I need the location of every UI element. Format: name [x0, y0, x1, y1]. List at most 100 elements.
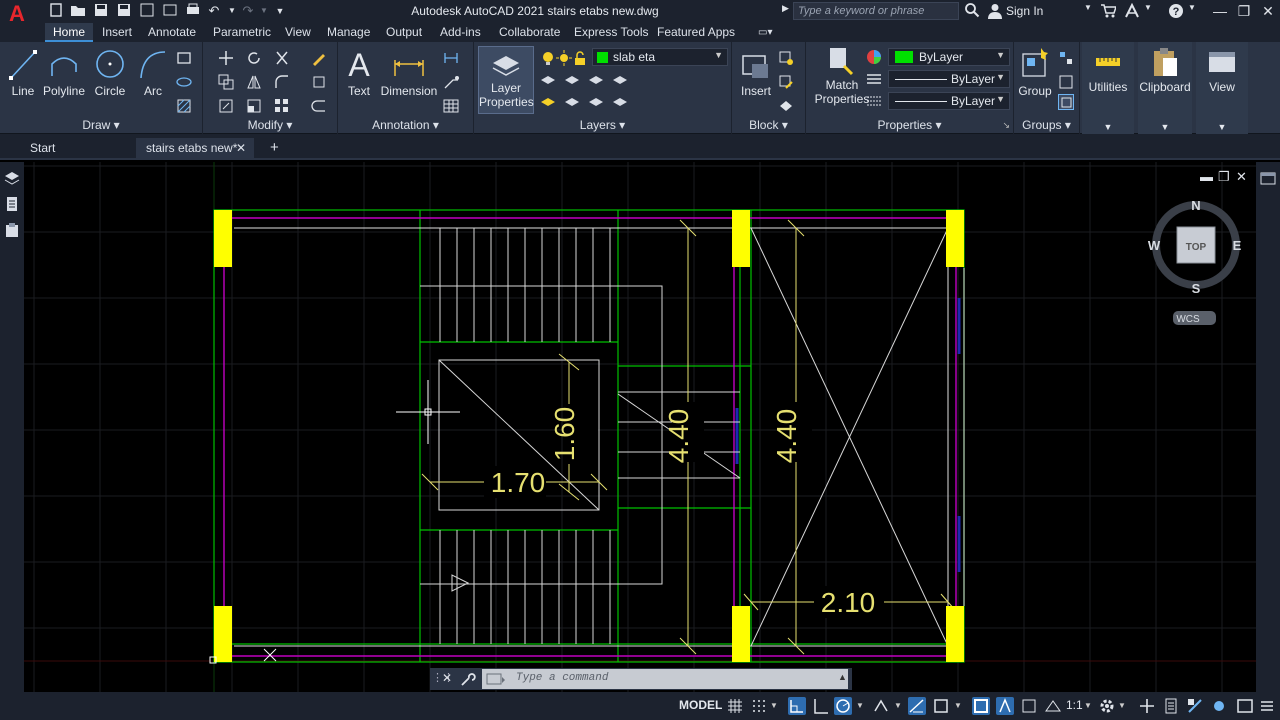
new-tab-icon[interactable]: + [260, 138, 289, 160]
snap-dropdown-icon[interactable]: ▼ [770, 701, 788, 719]
linear-dim-icon[interactable] [443, 50, 459, 66]
view-panel[interactable]: View ▼ [1196, 42, 1248, 134]
linetype-icon[interactable] [866, 71, 882, 87]
block-panel-title[interactable]: Block ▾ [732, 118, 805, 132]
undo-dropdown-icon[interactable]: ▼ [224, 3, 240, 19]
text-tool-button[interactable]: A Text [344, 46, 374, 98]
compass-east[interactable]: E [1233, 238, 1242, 253]
object-snap-icon[interactable] [932, 697, 950, 715]
layer-dropdown[interactable]: slab eta ▼ [592, 48, 728, 66]
command-close-icon[interactable]: ✕ [442, 671, 452, 685]
trim-icon[interactable] [274, 50, 290, 66]
palette-clipboard-icon[interactable] [4, 222, 20, 238]
plot-icon[interactable] [185, 3, 201, 19]
command-customize-wrench-icon[interactable] [460, 671, 476, 687]
info-center-arrow-icon[interactable]: ▶ [782, 3, 789, 14]
user-icon[interactable] [988, 3, 1002, 19]
create-block-icon[interactable] [778, 50, 794, 66]
leader-icon[interactable] [443, 74, 459, 90]
annotation-monitor-icon[interactable] [1138, 697, 1156, 715]
group-button[interactable]: Group [1016, 46, 1054, 98]
workspace-dropdown-icon[interactable]: ▼ [1118, 701, 1136, 719]
customization-menu-icon[interactable] [1258, 697, 1276, 715]
tab-featured-apps[interactable]: Featured Apps [657, 23, 735, 42]
lineweight-display-icon[interactable] [972, 697, 990, 715]
open-folder-icon[interactable] [70, 3, 86, 19]
layer-unlock-icon[interactable] [572, 50, 588, 66]
ortho-mode-icon[interactable] [812, 697, 830, 715]
layer-tool-4-icon[interactable] [612, 72, 628, 88]
modify-panel-title[interactable]: Modify ▾ [203, 118, 337, 132]
redo-dropdown-icon[interactable]: ▼ [256, 3, 272, 19]
copy-icon[interactable] [218, 74, 234, 90]
palette-layers-icon[interactable] [4, 170, 20, 186]
arc-tool-button[interactable]: Arc [136, 46, 170, 98]
new-file-icon[interactable] [48, 3, 64, 19]
layer-tool-8-icon[interactable] [612, 94, 628, 110]
color-dropdown[interactable]: ByLayer ▼ [888, 48, 1010, 66]
clipboard-panel[interactable]: Clipboard ▼ [1138, 42, 1192, 134]
polar-tracking-icon[interactable] [834, 697, 852, 715]
color-wheel-icon[interactable] [866, 49, 882, 65]
table-icon[interactable] [443, 98, 459, 114]
app-store-dropdown-icon[interactable]: ▼ [1144, 3, 1152, 12]
sign-in-link[interactable]: Sign In [1006, 4, 1043, 18]
annotation-scale[interactable]: 1:1 [1066, 698, 1083, 712]
dimension-tool-button[interactable]: Dimension [380, 46, 438, 98]
redo-icon[interactable]: ↷ [240, 3, 256, 19]
group-selection-icon[interactable] [1058, 94, 1074, 110]
compass-west[interactable]: W [1148, 238, 1161, 253]
erase-icon[interactable] [311, 50, 327, 66]
annotation-panel-title[interactable]: Annotation ▾ [338, 118, 473, 132]
stretch-icon[interactable] [218, 98, 234, 114]
circle-tool-button[interactable]: Circle [92, 46, 128, 98]
rectangle-icon[interactable] [176, 50, 192, 66]
tab-collaborate[interactable]: Collaborate [499, 23, 560, 42]
isometric-drafting-icon[interactable] [872, 697, 890, 715]
tab-parametric[interactable]: Parametric [213, 23, 271, 42]
explode-icon[interactable] [311, 74, 327, 90]
viewcube[interactable]: TOP N S E W WCS [1148, 198, 1242, 325]
array-icon[interactable] [274, 98, 290, 114]
clean-screen-icon[interactable] [1236, 697, 1254, 715]
insert-block-button[interactable]: Insert [736, 46, 776, 98]
groups-panel-title[interactable]: Groups ▾ [1014, 118, 1079, 132]
close-icon[interactable]: ✕ [1254, 1, 1280, 21]
command-expand-icon[interactable]: ▲ [838, 672, 847, 682]
layer-on-bulb-icon[interactable] [540, 50, 556, 66]
quick-properties-icon[interactable] [1186, 697, 1204, 715]
help-dropdown-icon[interactable]: ▼ [1188, 3, 1196, 12]
osnap-dropdown-icon[interactable]: ▼ [954, 701, 972, 719]
layer-tool-2-icon[interactable] [564, 72, 580, 88]
tab-manage[interactable]: Manage [327, 23, 370, 42]
palette-properties-icon[interactable] [4, 196, 20, 212]
draw-panel-title[interactable]: Draw ▾ [0, 118, 202, 132]
command-input[interactable]: Type a command [482, 669, 848, 689]
block-attributes-icon[interactable] [778, 98, 794, 114]
save-icon[interactable] [93, 3, 109, 19]
model-space-toggle[interactable]: MODEL [679, 698, 722, 712]
transparency-icon[interactable] [996, 697, 1014, 715]
tab-express-tools[interactable]: Express Tools [574, 23, 648, 42]
undo-icon[interactable]: ↶ [206, 3, 222, 19]
open-web-icon[interactable] [139, 3, 155, 19]
mirror-icon[interactable] [246, 74, 262, 90]
help-icon[interactable]: ? [1168, 3, 1184, 19]
move-icon[interactable] [218, 50, 234, 66]
viewport-close-icon[interactable]: ✕ [1236, 169, 1247, 184]
polyline-tool-button[interactable]: Polyline [42, 46, 86, 98]
ellipse-icon[interactable] [176, 74, 192, 90]
viewport-restore-icon[interactable]: ❐ [1218, 169, 1230, 184]
rotate-icon[interactable] [246, 50, 262, 66]
match-properties-button[interactable]: Match Properties [812, 46, 872, 106]
fillet-icon[interactable] [274, 74, 290, 90]
properties-panel-title[interactable]: Properties ▾ [806, 118, 1013, 132]
command-history-icon[interactable] [486, 673, 506, 685]
tab-insert[interactable]: Insert [102, 23, 132, 42]
hatch-icon[interactable] [176, 98, 192, 114]
linetype-dropdown[interactable]: ByLayer ▼ [888, 70, 1010, 88]
grid-toggle-icon[interactable] [726, 697, 744, 715]
tab-output[interactable]: Output [386, 23, 422, 42]
tab-add-ins[interactable]: Add-ins [440, 23, 481, 42]
ribbon-minimize-toggle-icon[interactable]: ▭▾ [758, 23, 772, 42]
